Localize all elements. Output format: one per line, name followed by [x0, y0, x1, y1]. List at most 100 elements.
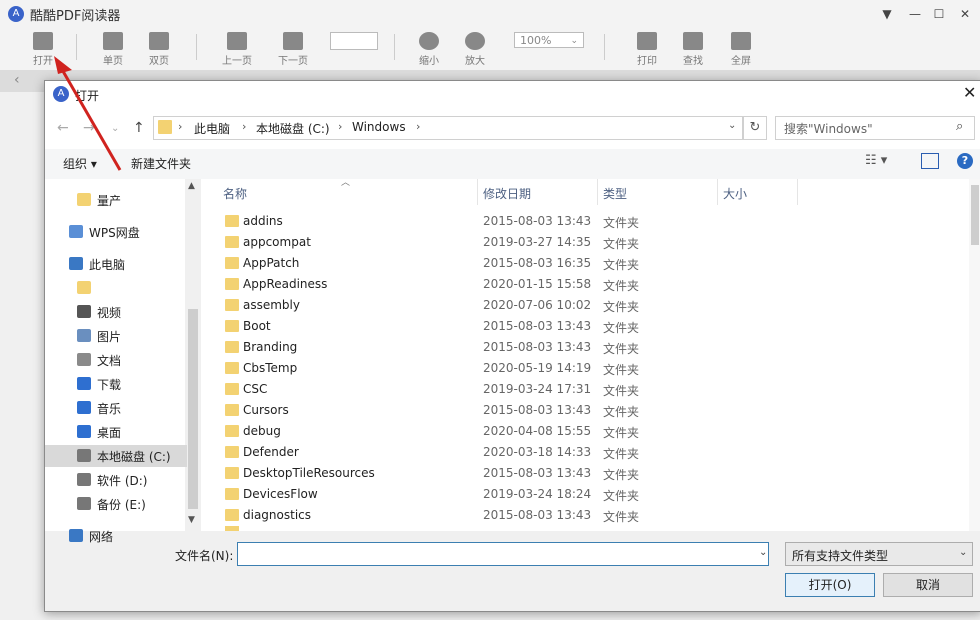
open-button[interactable]: 打开(O): [785, 573, 875, 597]
page-number-input[interactable]: [330, 32, 378, 50]
file-name: Defender: [243, 445, 299, 459]
file-row[interactable]: AppPatch 2015-08-03 16:35 文件夹: [205, 253, 965, 274]
nav-scrollbar-thumb[interactable]: [188, 309, 198, 509]
find-button[interactable]: 查找: [668, 30, 718, 68]
file-row[interactable]: debug 2020-04-08 15:55 文件夹: [205, 421, 965, 442]
nav-item[interactable]: 图片: [45, 325, 187, 347]
zoom-in-button[interactable]: 放大: [450, 30, 500, 68]
folder-icon: [225, 215, 239, 227]
window-maximize-button[interactable]: ☐: [930, 6, 948, 22]
file-row[interactable]: DevicesFlow 2019-03-24 18:24 文件夹: [205, 484, 965, 505]
up-arrow-icon[interactable]: ↑: [133, 120, 145, 136]
file-row[interactable]: Boot 2015-08-03 13:43 文件夹: [205, 316, 965, 337]
scroll-up-icon[interactable]: ▲: [188, 181, 195, 191]
chevron-down-icon[interactable]: ⌄: [959, 547, 967, 558]
file-name: DesktopTileResources: [243, 466, 375, 480]
column-divider[interactable]: [797, 179, 798, 205]
refresh-button[interactable]: ↻: [743, 116, 767, 140]
window-minimize-button[interactable]: —: [906, 6, 924, 22]
file-row[interactable]: AppReadiness 2020-01-15 15:58 文件夹: [205, 274, 965, 295]
search-placeholder: 搜索"Windows": [784, 122, 873, 136]
file-row[interactable]: Cursors 2015-08-03 13:43 文件夹: [205, 400, 965, 421]
fullscreen-button[interactable]: 全屏: [716, 30, 766, 68]
open-file-button[interactable]: 打开: [18, 30, 68, 68]
nav-item[interactable]: [45, 277, 187, 299]
window-menu-button[interactable]: ▼: [878, 6, 896, 22]
computer-icon: [69, 257, 83, 270]
file-row[interactable]: DesktopTileResources 2015-08-03 13:43 文件夹: [205, 463, 965, 484]
nav-item[interactable]: 下载: [45, 373, 187, 395]
chevron-down-icon[interactable]: ⌄: [759, 547, 767, 558]
new-folder-button[interactable]: 新建文件夹: [131, 155, 191, 172]
nav-item-label: 本地磁盘 (C:): [97, 450, 171, 464]
nav-item[interactable]: 音乐: [45, 397, 187, 419]
nav-item[interactable]: 文档: [45, 349, 187, 371]
file-type: 文件夹: [603, 279, 640, 293]
cancel-button[interactable]: 取消: [883, 573, 973, 597]
single-page-button[interactable]: 单页: [88, 30, 138, 68]
file-row[interactable]: CbsTemp 2020-05-19 14:19 文件夹: [205, 358, 965, 379]
file-row[interactable]: assembly 2020-07-06 10:02 文件夹: [205, 295, 965, 316]
file-row[interactable]: Branding 2015-08-03 13:43 文件夹: [205, 337, 965, 358]
forward-arrow-icon[interactable]: →: [83, 120, 95, 136]
file-row[interactable]: CSC 2019-03-24 17:31 文件夹: [205, 379, 965, 400]
file-row[interactable]: addins 2015-08-03 13:43 文件夹: [205, 211, 965, 232]
chevron-down-icon[interactable]: ⌄: [728, 120, 736, 131]
breadcrumb-this-pc[interactable]: 此电脑: [194, 120, 230, 137]
column-name-header[interactable]: 名称: [223, 185, 247, 202]
preview-pane-icon[interactable]: [921, 153, 939, 169]
nav-item[interactable]: 网络: [45, 525, 187, 547]
breadcrumb-local-disk[interactable]: 本地磁盘 (C:): [256, 120, 330, 137]
zoom-out-button[interactable]: 缩小: [404, 30, 454, 68]
breadcrumb-separator-icon: ›: [178, 120, 183, 133]
file-name: DevicesFlow: [243, 487, 318, 501]
column-type-header[interactable]: 类型: [603, 185, 627, 202]
nav-item[interactable]: 备份 (E:): [45, 493, 187, 515]
nav-item[interactable]: 软件 (D:): [45, 469, 187, 491]
scroll-down-icon[interactable]: ▼: [188, 515, 195, 525]
dialog-close-button[interactable]: ✕: [963, 83, 976, 102]
column-divider[interactable]: [597, 179, 598, 205]
zoom-select[interactable]: 100% ⌄: [514, 32, 584, 48]
help-icon[interactable]: ?: [957, 153, 973, 169]
organize-button[interactable]: 组织 ▾: [63, 155, 97, 172]
nav-item[interactable]: 此电脑: [45, 253, 187, 275]
recent-locations-icon[interactable]: ⌄: [111, 123, 119, 134]
file-row[interactable]: Defender 2020-03-18 14:33 文件夹: [205, 442, 965, 463]
file-list-scrollbar-thumb[interactable]: [971, 185, 979, 245]
double-page-button[interactable]: 双页: [134, 30, 184, 68]
column-divider[interactable]: [477, 179, 478, 205]
address-bar[interactable]: › 此电脑 › 本地磁盘 (C:) › Windows › ⌄: [153, 116, 743, 140]
window-close-button[interactable]: ✕: [956, 6, 974, 22]
nav-item[interactable]: 视频: [45, 301, 187, 323]
filetype-select[interactable]: 所有支持文件类型: [785, 542, 973, 566]
file-row[interactable]: appcompat 2019-03-27 14:35 文件夹: [205, 232, 965, 253]
desktop-icon: [77, 425, 91, 438]
file-date: 2015-08-03 13:43: [483, 466, 592, 480]
file-date: 2020-05-19 14:19: [483, 361, 592, 375]
back-arrow-icon[interactable]: ←: [57, 120, 69, 136]
column-date-header[interactable]: 修改日期: [483, 185, 531, 202]
print-button[interactable]: 打印: [622, 30, 672, 68]
nav-item[interactable]: 桌面: [45, 421, 187, 443]
file-row[interactable]: diagnostics 2015-08-03 13:43 文件夹: [205, 505, 965, 526]
file-name: Boot: [243, 319, 271, 333]
next-page-button[interactable]: 下一页: [268, 30, 318, 68]
prev-page-button[interactable]: 上一页: [212, 30, 262, 68]
view-options-icon[interactable]: ☷ ▾: [865, 153, 887, 168]
file-date: 2015-08-03 16:35: [483, 256, 592, 270]
nav-item[interactable]: WPS网盘: [45, 221, 187, 243]
column-size-header[interactable]: 大小: [723, 185, 747, 202]
column-divider[interactable]: [717, 179, 718, 205]
folder-icon: [225, 341, 239, 353]
breadcrumb-windows[interactable]: Windows: [352, 120, 406, 134]
nav-item[interactable]: 本地磁盘 (C:): [45, 445, 187, 467]
nav-item[interactable]: 量产: [45, 189, 187, 211]
file-type: 文件夹: [603, 510, 640, 524]
chevron-left-icon[interactable]: ‹: [14, 72, 20, 88]
search-input[interactable]: 搜索"Windows" ⌕: [775, 116, 975, 140]
filename-input[interactable]: [237, 542, 769, 566]
single-page-label: 单页: [103, 56, 123, 67]
find-label: 查找: [683, 56, 703, 67]
file-date: 2019-03-24 18:24: [483, 487, 592, 501]
